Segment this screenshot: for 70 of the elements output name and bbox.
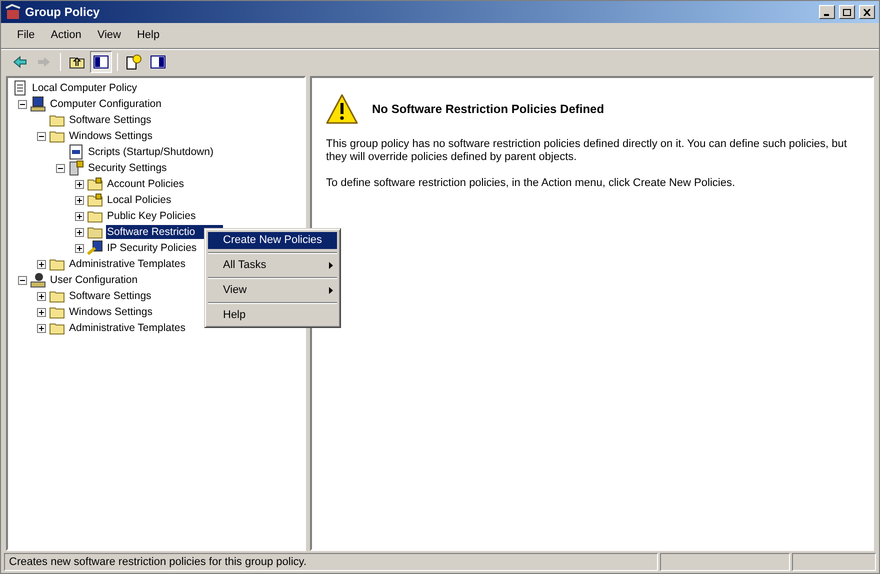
expand-toggle[interactable] [75,244,84,252]
details-heading: No Software Restriction Policies Defined [372,101,604,118]
tree-item[interactable]: User Configuration [49,273,139,287]
expand-toggle[interactable] [37,308,46,316]
tree-item[interactable]: Administrative Templates [68,321,187,335]
folder-icon [87,209,103,223]
submenu-arrow-icon [329,287,333,294]
tree-item[interactable]: Scripts (Startup/Shutdown) [87,145,214,159]
collapse-toggle[interactable] [37,132,46,140]
action-pane-icon [150,54,166,70]
expand-toggle[interactable] [75,228,84,236]
locked-folder-icon [87,193,103,207]
submenu-arrow-icon [329,262,333,269]
expand-toggle[interactable] [37,260,46,268]
folder-icon [49,113,65,127]
window-title: Group Policy [25,4,101,21]
maximize-button[interactable] [839,5,855,19]
folder-icon [87,225,103,239]
tree-item[interactable]: Software Settings [68,289,152,303]
tree-item[interactable]: Windows Settings [68,129,154,143]
context-menu-item[interactable]: View [208,282,337,299]
script-icon [68,144,84,160]
tree-item[interactable]: Security Settings [87,161,168,175]
toolbar-button[interactable] [90,50,112,72]
folder-icon [49,257,65,271]
folder-icon [49,321,65,335]
menu-item[interactable]: View [89,25,129,46]
expand-toggle[interactable] [37,324,46,332]
user-icon [30,272,46,288]
tree-item[interactable]: Software Settings [68,113,152,127]
details-paragraph: To define software restriction policies, in the Action menu, click Create New Policies. [326,177,736,190]
details-paragraph: This group policy has no software restriction policies defined directly on it. You can define such policies, but they will override policies defined by parent objects. [326,138,848,164]
collapse-toggle[interactable] [56,164,65,172]
context-menu-item[interactable]: Help [208,307,337,324]
expand-toggle[interactable] [75,180,84,188]
folder-icon [49,289,65,303]
app-icon [5,4,21,20]
back-arrow-icon [12,54,28,70]
tree-item[interactable]: Computer Configuration [49,97,162,111]
collapse-toggle[interactable] [18,276,27,284]
tree-item[interactable]: Administrative Templates [68,257,187,271]
menu-item[interactable]: Help [128,25,168,46]
menu-item[interactable]: Action [42,25,90,46]
scroll-icon [12,80,28,96]
tree-pane-icon [93,54,109,70]
close-icon [863,8,871,16]
folder-icon [49,129,65,143]
minimize-button[interactable] [819,5,835,19]
close-button[interactable] [859,5,875,19]
menu-item[interactable]: File [9,25,43,46]
network-key-icon [87,240,103,256]
status-text: Creates new software restriction policies for this group policy. [4,553,658,571]
tree-item[interactable]: Local Policies [106,193,172,207]
folder-icon [49,305,65,319]
context-menu-item[interactable]: All Tasks [208,257,337,274]
maximize-icon [843,8,851,16]
context-menu-item[interactable]: Create New Policies [208,232,337,249]
locked-folder-icon [87,177,103,191]
expand-toggle[interactable] [37,292,46,300]
expand-toggle[interactable] [75,196,84,204]
warning-icon [326,94,358,124]
tree-item[interactable]: Account Policies [106,177,186,191]
tree-item[interactable]: Local Computer Policy [31,81,138,95]
tree-item[interactable]: Public Key Policies [106,209,197,223]
tree-item[interactable]: Windows Settings [68,305,154,319]
collapse-toggle[interactable] [18,100,27,108]
expand-toggle[interactable] [75,212,84,220]
computer-icon [30,96,46,112]
server-lock-icon [68,160,84,176]
tree-item[interactable]: IP Security Policies [106,241,198,255]
